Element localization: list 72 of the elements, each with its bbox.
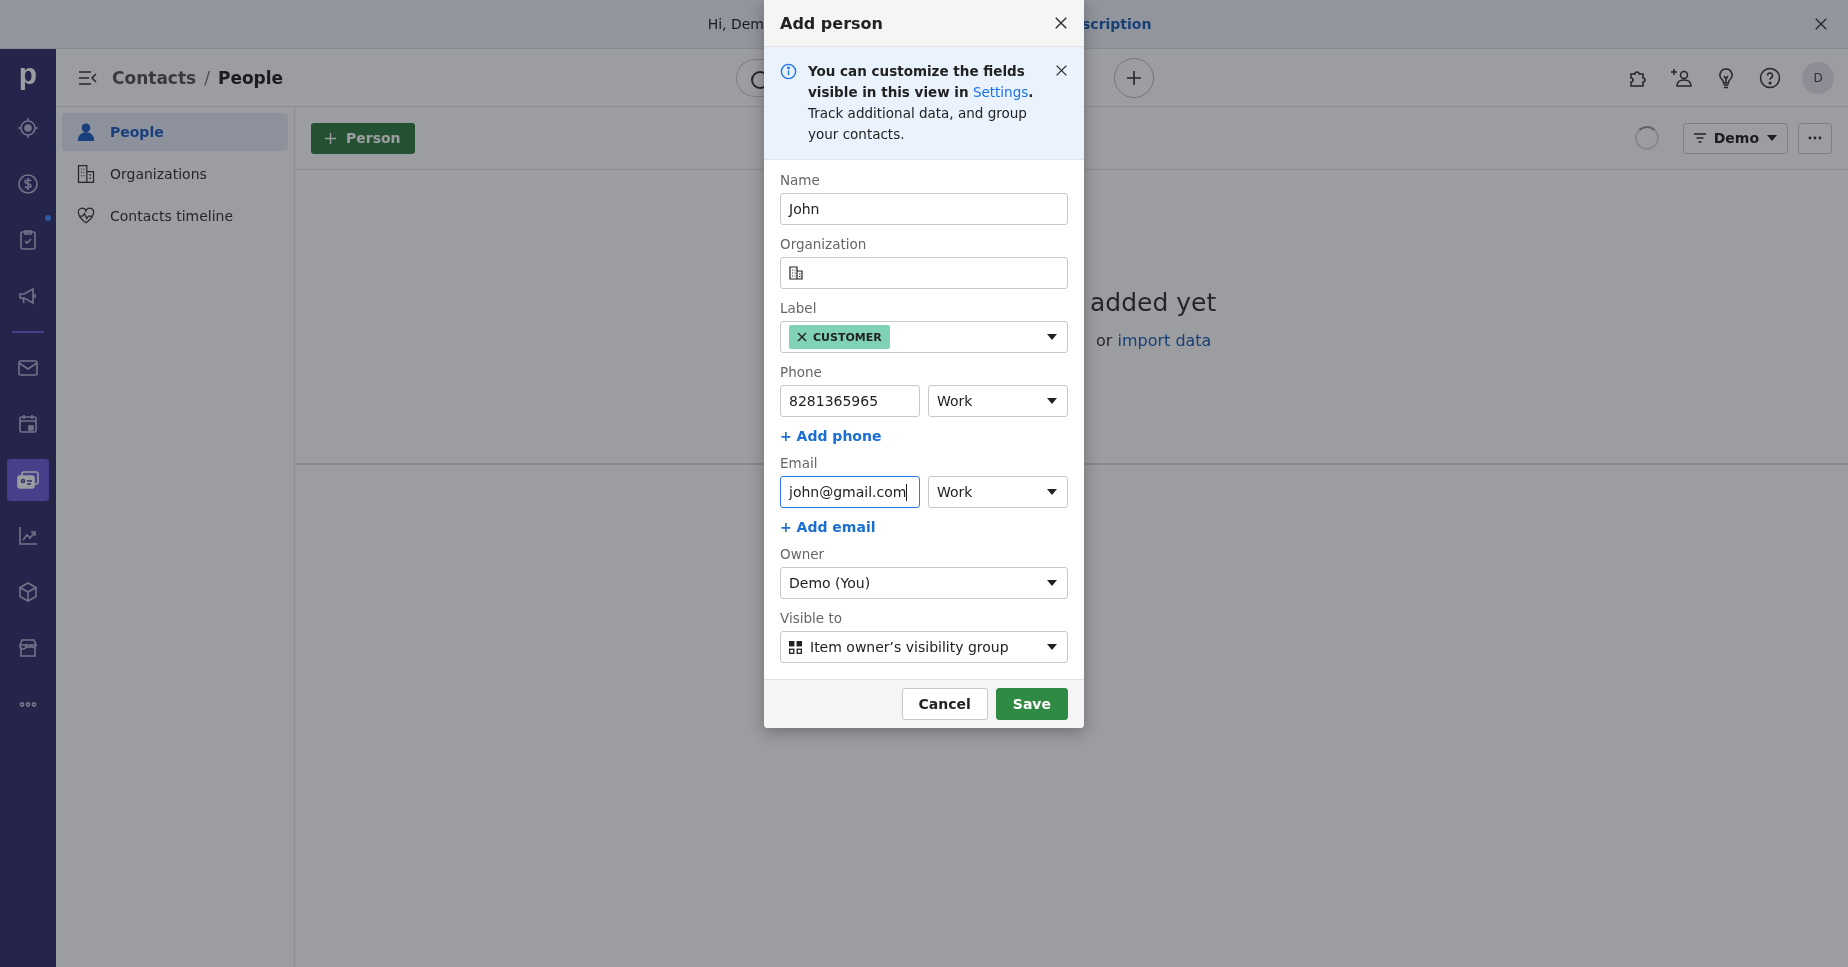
text-cursor bbox=[906, 483, 908, 501]
breadcrumb-link[interactable]: Contacts bbox=[112, 67, 197, 88]
field-label: Owner bbox=[780, 546, 826, 562]
caret-icon bbox=[1047, 398, 1057, 404]
cancel-button[interactable]: Cancel bbox=[901, 688, 988, 720]
type-select[interactable]: Work bbox=[928, 476, 1068, 508]
import-data-link[interactable]: import data bbox=[1117, 331, 1212, 350]
caret-icon bbox=[1047, 644, 1057, 650]
field-label: Name bbox=[780, 172, 821, 188]
chart-icon bbox=[16, 524, 40, 548]
target-icon bbox=[16, 116, 40, 140]
name-field[interactable]: John bbox=[780, 193, 1068, 225]
add-person-button[interactable]: Person bbox=[311, 122, 415, 154]
type-select[interactable]: Work bbox=[928, 385, 1068, 417]
contact-input[interactable]: 8281365965 bbox=[780, 385, 920, 417]
info-message: You can customize the fields visible in this view in Settings. Track additional data, and group your contacts. bbox=[808, 62, 1035, 144]
remove-icon[interactable] bbox=[797, 332, 807, 342]
building-icon bbox=[76, 164, 96, 184]
greeting-text: Hi, Dem bbox=[707, 16, 764, 32]
help-icon[interactable] bbox=[1758, 65, 1782, 90]
more-icon bbox=[1808, 136, 1822, 140]
more-icon bbox=[19, 701, 37, 707]
sidebar-item[interactable]: People bbox=[62, 113, 288, 151]
empty-state-title: added yet bbox=[1090, 288, 1218, 317]
person-icon bbox=[76, 122, 96, 142]
close-icon[interactable] bbox=[1055, 64, 1068, 77]
field-label: Visible to bbox=[780, 610, 843, 626]
field-label: Organization bbox=[780, 236, 868, 252]
box-icon bbox=[16, 580, 40, 604]
contact-input[interactable]: john@gmail.com bbox=[780, 476, 920, 508]
plus-icon bbox=[325, 132, 336, 144]
building-icon bbox=[789, 266, 803, 280]
dollar-icon bbox=[16, 172, 40, 196]
grid-icon bbox=[789, 640, 802, 654]
collapse-menu-icon[interactable] bbox=[78, 69, 98, 86]
caret-icon bbox=[1047, 489, 1057, 495]
organization-field[interactable] bbox=[780, 257, 1068, 289]
field-label: Email bbox=[780, 455, 819, 471]
owner-select[interactable]: Demo (You) bbox=[780, 567, 1068, 599]
breadcrumb-separator: / bbox=[204, 67, 210, 88]
close-icon[interactable] bbox=[1054, 16, 1068, 30]
loading-spinner bbox=[1634, 126, 1659, 150]
caret-icon bbox=[1767, 135, 1777, 141]
plus-icon bbox=[1126, 69, 1142, 86]
nav-item[interactable] bbox=[7, 459, 49, 501]
field-label: Label bbox=[780, 300, 818, 316]
breadcrumb-current: People bbox=[217, 67, 284, 88]
filter-button[interactable]: Demo bbox=[1682, 122, 1788, 154]
save-button[interactable]: Save bbox=[995, 688, 1068, 720]
caret-icon bbox=[1047, 580, 1057, 586]
dialog-title: Add person bbox=[780, 13, 883, 33]
close-icon[interactable] bbox=[1814, 17, 1828, 31]
info-icon bbox=[780, 63, 797, 80]
filter-icon bbox=[1693, 133, 1706, 143]
empty-state-text: or bbox=[1096, 331, 1113, 350]
store-icon bbox=[16, 636, 40, 660]
settings-link[interactable]: Settings bbox=[972, 84, 1029, 100]
logo[interactable]: p bbox=[18, 59, 38, 93]
caret-icon bbox=[1047, 334, 1057, 340]
customer-tag[interactable]: CUSTOMER bbox=[789, 325, 890, 349]
field-label: Phone bbox=[780, 364, 823, 380]
label-select[interactable]: CUSTOMER bbox=[780, 321, 1068, 353]
calendar-icon bbox=[16, 412, 40, 436]
user-avatar[interactable]: D bbox=[1802, 61, 1834, 94]
add-link[interactable]: + Add phone bbox=[780, 428, 882, 444]
visibility-select[interactable]: Item owner’s visibility group bbox=[780, 631, 1068, 663]
subscription-link[interactable]: scription bbox=[1082, 16, 1152, 32]
sidebar-item[interactable]: Contacts timeline bbox=[62, 197, 288, 235]
contact-card-icon bbox=[16, 468, 40, 492]
sidebar-item[interactable]: Organizations bbox=[62, 155, 288, 193]
add-link[interactable]: + Add email bbox=[780, 519, 876, 535]
heart-pulse-icon bbox=[76, 206, 96, 226]
